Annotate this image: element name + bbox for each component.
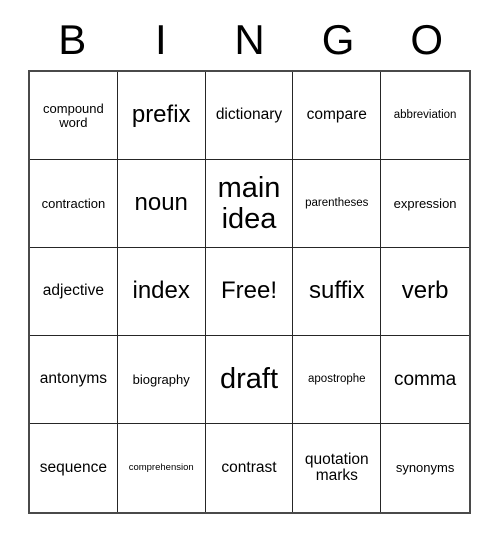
bingo-cell-label: prefix xyxy=(131,101,191,129)
bingo-cell[interactable]: verb xyxy=(381,248,469,336)
bingo-cell-label: noun xyxy=(134,189,188,217)
bingo-cell[interactable]: draft xyxy=(205,336,294,424)
bingo-cell[interactable]: expression xyxy=(381,160,469,248)
bingo-cell[interactable]: main idea xyxy=(205,160,294,248)
bingo-cell-label: contrast xyxy=(221,458,277,476)
bingo-cell[interactable]: index xyxy=(117,248,206,336)
bingo-cell[interactable]: abbreviation xyxy=(381,72,469,160)
bingo-cell-label: quotation marks xyxy=(304,450,369,484)
bingo-cell-label: Free! xyxy=(220,277,277,305)
bingo-cell-label: dictionary xyxy=(215,106,283,124)
bingo-cell-label: biography xyxy=(132,371,190,387)
bingo-cell[interactable]: synonyms xyxy=(381,424,469,512)
header-letter-b: B xyxy=(58,16,87,63)
header-letter-g: G xyxy=(321,16,355,63)
bingo-cell[interactable]: contraction xyxy=(30,160,118,248)
bingo-cell[interactable]: adjective xyxy=(30,248,118,336)
header-letter-n: N xyxy=(234,16,265,63)
bingo-cell-label: adjective xyxy=(42,282,104,300)
bingo-cell-label: main idea xyxy=(217,172,281,235)
bingo-cell-label: comprehension xyxy=(128,462,194,474)
bingo-cell[interactable]: compound word xyxy=(30,72,118,160)
bingo-cell-label: suffix xyxy=(308,277,365,305)
bingo-cell[interactable]: compare xyxy=(293,72,382,160)
bingo-cell-label: abbreviation xyxy=(393,108,457,121)
bingo-cell[interactable]: antonyms xyxy=(30,336,118,424)
bingo-cell-label: contraction xyxy=(41,195,106,211)
bingo-cell-label: antonyms xyxy=(39,370,107,388)
bingo-cell[interactable]: comma xyxy=(381,336,469,424)
bingo-cell-label: synonyms xyxy=(395,460,455,476)
bingo-cell[interactable]: comprehension xyxy=(117,424,206,512)
bingo-cell-label: expression xyxy=(393,195,457,211)
bingo-cell[interactable]: contrast xyxy=(205,424,294,512)
bingo-cell-label: verb xyxy=(401,277,449,305)
bingo-header: B I N G O xyxy=(28,14,471,66)
bingo-cell-label: compound word xyxy=(43,100,104,130)
bingo-cell[interactable]: parentheses xyxy=(293,160,382,248)
bingo-cell[interactable]: biography xyxy=(117,336,206,424)
bingo-cell-free[interactable]: Free! xyxy=(205,248,294,336)
bingo-cell[interactable]: dictionary xyxy=(205,72,294,160)
bingo-cell-label: parentheses xyxy=(305,196,369,209)
header-letter-i: I xyxy=(155,16,167,63)
bingo-cell[interactable]: noun xyxy=(117,160,206,248)
bingo-card: B I N G O compound word prefix dictionary c… xyxy=(0,0,500,544)
bingo-cell-label: compare xyxy=(306,106,367,124)
bingo-cell[interactable]: sequence xyxy=(30,424,118,512)
bingo-cell-label: apostrophe xyxy=(308,372,366,385)
bingo-cell[interactable]: apostrophe xyxy=(293,336,382,424)
bingo-cell-label: draft xyxy=(219,363,278,396)
bingo-grid: compound word prefix dictionary compare abbr… xyxy=(28,70,471,514)
bingo-cell[interactable]: prefix xyxy=(117,72,206,160)
bingo-cell[interactable]: suffix xyxy=(293,248,382,336)
bingo-cell-label: index xyxy=(132,277,190,305)
bingo-cell[interactable]: quotation marks xyxy=(293,424,382,512)
header-letter-o: O xyxy=(410,16,443,63)
bingo-cell-label: sequence xyxy=(39,458,108,476)
bingo-cell-label: comma xyxy=(393,368,457,390)
